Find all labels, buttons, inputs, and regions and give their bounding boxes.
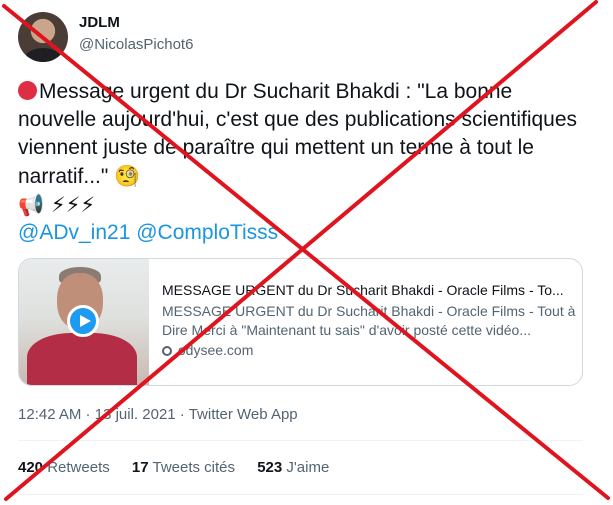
tweet-body: Message urgent du Dr Sucharit Bhakdi : "… [18,78,578,191]
monocle-face-emoji: 🧐 [114,164,141,188]
author-name[interactable]: JDLM [79,14,120,31]
likes-count: 523 [257,459,283,476]
avatar[interactable] [18,12,68,62]
quotes-label: Tweets cités [152,459,236,476]
play-icon[interactable] [67,305,99,337]
tweet-source: Twitter Web App [188,406,298,423]
red-circle-emoji [18,81,37,100]
meta-separator: · [81,406,95,423]
tweet-time[interactable]: 12:42 AM [18,406,81,423]
quotes-count: 17 [131,459,149,476]
retweets-label: Retweets [47,459,110,476]
card-description: MESSAGE URGENT du Dr Sucharit Bhakdi - O… [162,303,576,338]
link-card[interactable]: MESSAGE URGENT du Dr Sucharit Bhakdi - O… [18,258,583,386]
divider [18,494,583,495]
card-domain-text: odysee.com [177,342,254,358]
fact-check-cross-overlay [2,0,610,501]
card-domain: odysee.com [162,341,577,360]
card-title: MESSAGE URGENT du Dr Sucharit Bhakdi - O… [162,282,564,298]
likes-stat[interactable]: 523 J'aime [257,459,329,476]
tweet-message: Message urgent du Dr Sucharit Bhakdi : "… [18,80,578,188]
retweets-count: 420 [18,459,44,476]
card-body: MESSAGE URGENT du Dr Sucharit Bhakdi - O… [162,281,577,360]
tweet-date[interactable]: 13 juil. 2021 [95,406,176,423]
mention-adv[interactable]: @ADv_in21 [18,221,130,244]
tweet-text: Message urgent du Dr Sucharit Bhakdi : "… [18,78,578,247]
author-handle[interactable]: @NicolasPichot6 [79,36,193,53]
cross-line-2 [4,0,598,501]
divider [18,440,583,441]
quotes-stat[interactable]: 17 Tweets cités [132,459,235,476]
thumbnail-body [27,333,137,385]
video-thumbnail[interactable] [19,259,149,385]
retweets-stat[interactable]: 420 Retweets [18,459,110,476]
tweet-meta: 12:42 AM · 13 juil. 2021 · Twitter Web A… [18,406,298,423]
mentions: @ADv_in21 @ComploTisss [18,219,578,247]
mention-complotisss[interactable]: @ComploTisss [136,221,278,244]
meta-separator: · [175,406,189,423]
avatar-shirt [24,48,62,62]
link-icon [162,346,172,356]
tweet-stats: 420 Retweets 17 Tweets cités 523 J'aime [18,459,347,476]
likes-label: J'aime [286,459,330,476]
emoji-row: 📢 ⚡⚡⚡ [18,193,96,217]
